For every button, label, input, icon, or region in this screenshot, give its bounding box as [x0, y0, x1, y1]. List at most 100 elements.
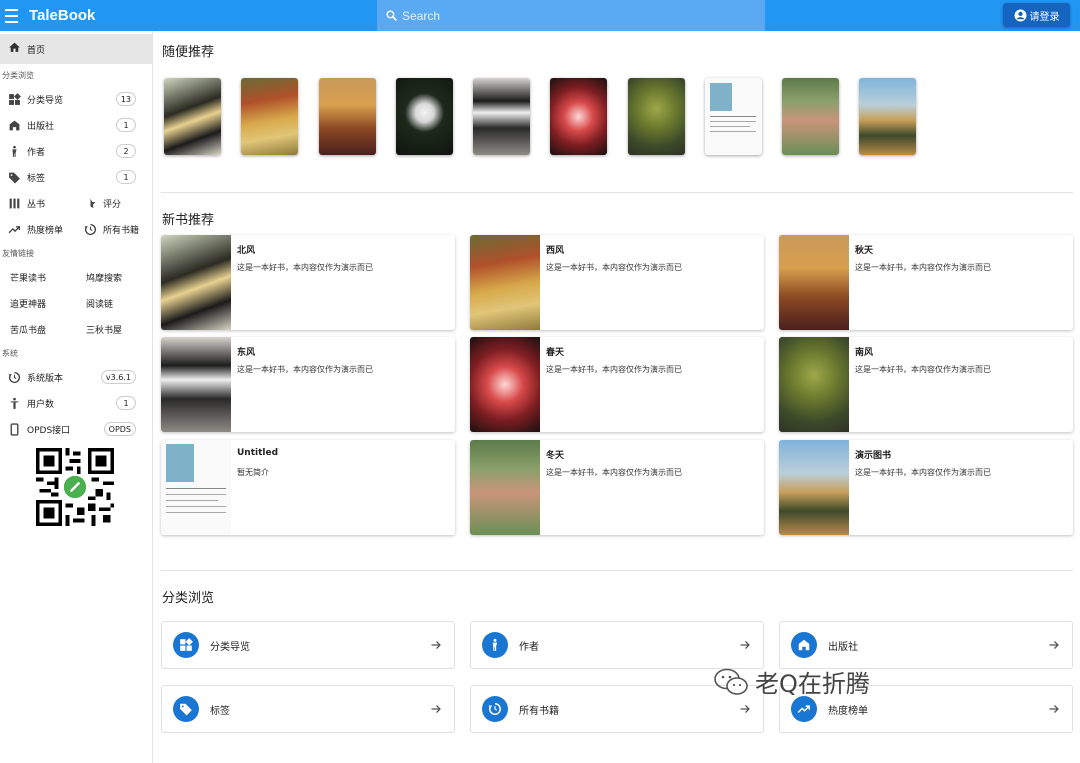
friend-link[interactable]: 阅读链	[76, 290, 152, 316]
history-icon	[84, 223, 97, 236]
book-description: 这是一本好书，本内容仅作为演示而已	[546, 365, 682, 374]
book-cover	[779, 337, 849, 432]
sidebar: 首页 分类浏览 分类导览 13 出版社 1 作者 2 标签 1 丛书 评分 热度…	[0, 31, 153, 763]
book-title: 冬天	[546, 451, 565, 461]
divider	[161, 570, 1073, 571]
category-label: 标签	[210, 705, 230, 717]
book-card[interactable]: 冬天 这是一本好书，本内容仅作为演示而已	[470, 440, 764, 535]
category-label: 分类导览	[210, 641, 250, 653]
menu-icon[interactable]	[5, 8, 25, 23]
book-cover	[779, 440, 849, 535]
category-card[interactable]: 作者	[470, 621, 764, 669]
sidebar-item-publisher[interactable]: 出版社 1	[0, 112, 152, 138]
search-icon	[386, 10, 397, 21]
section-label-browse: 分类浏览	[2, 70, 34, 80]
tag-icon	[8, 171, 21, 184]
sidebar-item-rating[interactable]: 评分	[76, 190, 152, 216]
watermark: 老Q在折腾	[713, 664, 870, 699]
book-cover	[161, 337, 231, 432]
book-cover-thumbnail[interactable]	[164, 78, 221, 155]
sidebar-item-label: 作者	[27, 147, 46, 158]
book-description: 这是一本好书，本内容仅作为演示而已	[855, 263, 991, 272]
section-title-browse: 分类浏览	[162, 591, 215, 606]
book-description: 这是一本好书，本内容仅作为演示而已	[237, 263, 373, 272]
book-title: 春天	[546, 348, 565, 358]
sidebar-item-all-books[interactable]: 所有书籍	[76, 216, 152, 242]
book-card[interactable]: 春天 这是一本好书，本内容仅作为演示而已	[470, 337, 764, 432]
book-cover	[470, 235, 540, 330]
qr-code	[36, 448, 114, 526]
sidebar-item-author[interactable]: 作者 2	[0, 138, 152, 164]
book-description: 这是一本好书，本内容仅作为演示而已	[855, 365, 991, 374]
history-icon	[8, 371, 21, 384]
book-card[interactable]: 东风 这是一本好书，本内容仅作为演示而已	[161, 337, 455, 432]
search-input[interactable]	[402, 8, 742, 23]
sidebar-item-opds[interactable]: OPDS接口 OPDS	[0, 416, 152, 442]
book-card[interactable]: 秋天 这是一本好书，本内容仅作为演示而已	[779, 235, 1073, 330]
section-title-new: 新书推荐	[162, 213, 215, 228]
sidebar-item-label: 所有书籍	[103, 225, 140, 236]
book-card[interactable]: 南风 这是一本好书，本内容仅作为演示而已	[779, 337, 1073, 432]
book-card[interactable]: 演示图书 这是一本好书，本内容仅作为演示而已	[779, 440, 1073, 535]
account-circle-icon	[1014, 9, 1026, 21]
main-content: 随便推荐 新书推荐 北风 这是一本好书，本内容仅作为演示而已 西风 这是一本好书…	[154, 31, 1080, 763]
category-icon	[173, 632, 199, 658]
arrow-right-icon	[1049, 705, 1059, 713]
book-cover-thumbnail[interactable]	[628, 78, 685, 155]
sidebar-item-label: 系统版本	[27, 373, 64, 384]
search-bar[interactable]	[377, 0, 765, 31]
app-title[interactable]: TaleBook	[29, 7, 95, 24]
friend-link[interactable]: 苦瓜书盘	[0, 316, 76, 342]
sidebar-item-label: 丛书	[27, 199, 46, 210]
friend-link[interactable]: 鸠摩搜索	[76, 264, 152, 290]
person-icon	[8, 397, 21, 410]
book-card[interactable]: 西风 这是一本好书，本内容仅作为演示而已	[470, 235, 764, 330]
sidebar-item-users[interactable]: 用户数 1	[0, 390, 152, 416]
book-cover	[779, 235, 849, 330]
book-description: 这是一本好书，本内容仅作为演示而已	[546, 263, 682, 272]
wechat-icon	[714, 668, 748, 695]
book-cover-thumbnail[interactable]	[859, 78, 916, 155]
section-label-links: 友情链接	[2, 248, 34, 258]
book-cover	[161, 235, 231, 330]
friend-link[interactable]: 三秋书屋	[76, 316, 152, 342]
book-card[interactable]: 北风 这是一本好书，本内容仅作为演示而已	[161, 235, 455, 330]
category-card[interactable]: 出版社	[779, 621, 1073, 669]
sidebar-item-version[interactable]: 系统版本 v3.6.1	[0, 364, 152, 390]
book-cover-thumbnail[interactable]	[241, 78, 298, 155]
book-cover-thumbnail[interactable]	[473, 78, 530, 155]
login-button[interactable]: 请登录	[1003, 3, 1070, 27]
sidebar-item-label: 出版社	[27, 121, 55, 132]
count-badge: 1	[116, 118, 136, 132]
book-cover	[161, 440, 231, 535]
publisher-icon	[8, 119, 21, 132]
book-cover-thumbnail[interactable]	[319, 78, 376, 155]
book-title: 秋天	[855, 246, 874, 256]
book-title: 演示图书	[855, 451, 892, 461]
sidebar-item-home[interactable]: 首页	[0, 34, 152, 64]
trending-up-icon	[8, 223, 21, 236]
category-card[interactable]: 标签	[161, 685, 455, 733]
arrow-right-icon	[740, 705, 750, 713]
book-cover-thumbnail[interactable]	[705, 78, 762, 155]
sidebar-item-tag[interactable]: 标签 1	[0, 164, 152, 190]
friend-link[interactable]: 追更神器	[0, 290, 76, 316]
sidebar-item-hot[interactable]: 热度榜单	[0, 216, 76, 242]
watermark-text: 老Q在折腾	[755, 670, 870, 698]
sidebar-item-series[interactable]: 丛书	[0, 190, 76, 216]
book-cover-thumbnail[interactable]	[550, 78, 607, 155]
category-card[interactable]: 分类导览	[161, 621, 455, 669]
book-cover-thumbnail[interactable]	[396, 78, 453, 155]
arrow-right-icon	[1049, 641, 1059, 649]
book-cover-thumbnail[interactable]	[782, 78, 839, 155]
version-badge: v3.6.1	[100, 370, 136, 384]
friend-link[interactable]: 芒果读书	[0, 264, 76, 290]
phone-icon	[8, 422, 21, 436]
book-description: 这是一本好书，本内容仅作为演示而已	[546, 468, 682, 477]
book-card[interactable]: Untitled 暂无简介	[161, 440, 455, 535]
author-icon	[482, 632, 508, 658]
arrow-right-icon	[740, 641, 750, 649]
star-half-icon	[84, 197, 97, 210]
sidebar-item-label: 热度榜单	[27, 225, 64, 236]
sidebar-item-category[interactable]: 分类导览 13	[0, 86, 152, 112]
